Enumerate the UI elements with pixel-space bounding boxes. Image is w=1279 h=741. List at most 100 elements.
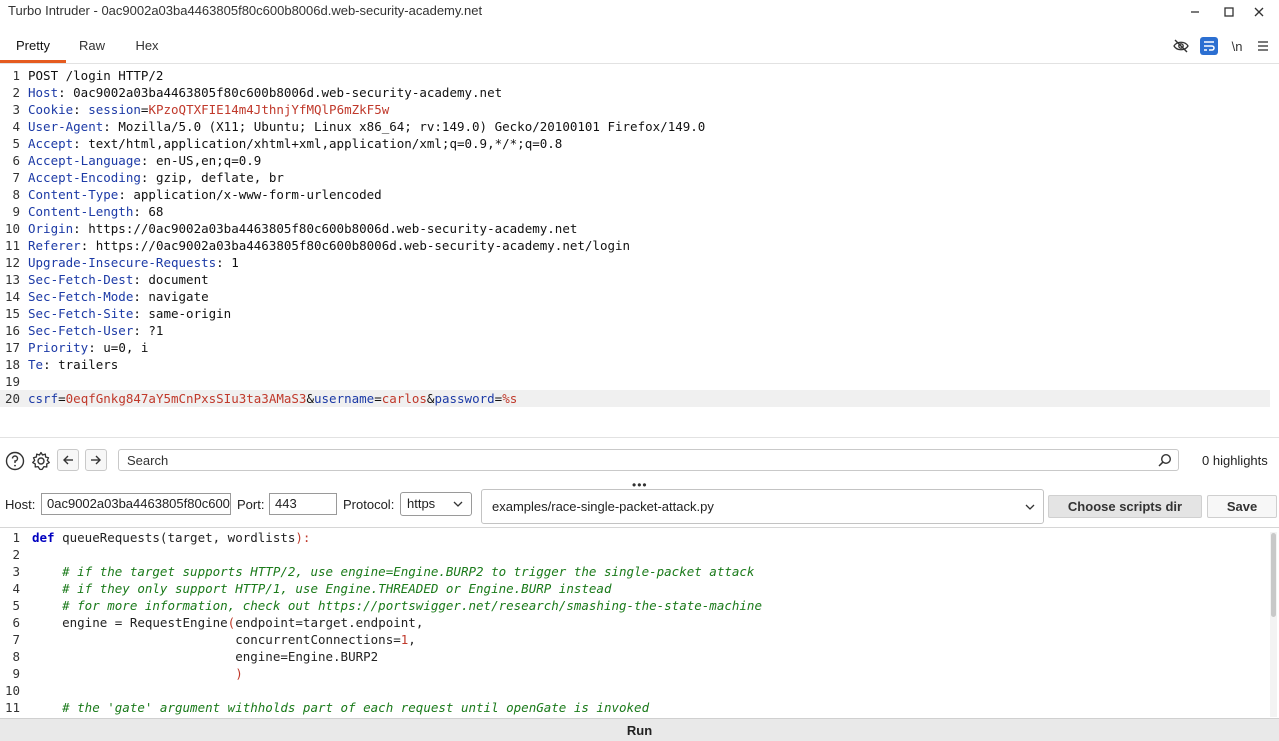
request-line[interactable]: 16 Sec-Fetch-User: ?1 (0, 322, 1270, 339)
tab-pretty[interactable]: Pretty (0, 30, 66, 63)
request-line-text: Content-Type: application/x-www-form-url… (28, 186, 382, 203)
request-token: : u=0, i (88, 340, 149, 355)
request-token: User-Agent (28, 119, 104, 134)
search-button[interactable] (1158, 453, 1172, 470)
script-line-text: engine=Engine.BURP2 (32, 648, 378, 665)
request-token: Accept-Language (28, 153, 141, 168)
line-number: 8 (12, 187, 20, 202)
view-tab-bar: Pretty Raw Hex (0, 30, 1279, 64)
save-button[interactable]: Save (1207, 495, 1277, 518)
script-line-text: # if the target supports HTTP/2, use eng… (32, 563, 754, 580)
request-token: Accept (28, 136, 74, 151)
request-line[interactable]: 8 Content-Type: application/x-www-form-ur… (0, 186, 1270, 203)
port-field[interactable]: 443 (269, 493, 337, 515)
request-token: Host (28, 85, 59, 100)
tab-raw[interactable]: Raw (72, 30, 112, 63)
line-number: 2 (12, 547, 20, 562)
request-token: KPzoQTXFIE14m4JthnjYfMQlP6mZkF5w (148, 102, 390, 117)
script-line[interactable]: 10 (0, 682, 1270, 699)
request-line[interactable]: 5 Accept: text/html,application/xhtml+xml… (0, 135, 1270, 152)
request-line[interactable]: 6 Accept-Language: en-US,en;q=0.9 (0, 152, 1270, 169)
request-token: Cookie (28, 102, 74, 117)
choose-scripts-dir-button[interactable]: Choose scripts dir (1048, 495, 1202, 518)
help-button[interactable] (4, 450, 26, 472)
script-line[interactable]: 2 (0, 546, 1270, 563)
settings-button[interactable] (30, 450, 52, 472)
search-input[interactable] (119, 450, 1139, 470)
line-number: 15 (4, 306, 20, 321)
request-token: carlos (381, 391, 427, 406)
request-line[interactable]: 7 Accept-Encoding: gzip, deflate, br (0, 169, 1270, 186)
request-line[interactable]: 10 Origin: https://0ac9002a03ba4463805f80… (0, 220, 1270, 237)
script-line[interactable]: 4 # if they only support HTTP/1, use Eng… (0, 580, 1270, 597)
request-token: : ?1 (133, 323, 164, 338)
line-number: 10 (4, 683, 20, 698)
request-editor[interactable]: 1 POST /login HTTP/2 2 Host: 0ac9002a03ba44… (0, 66, 1279, 436)
script-line[interactable]: 9 ) (0, 665, 1270, 682)
request-token: : https://0ac9002a03ba4463805f80c600b800… (73, 221, 578, 236)
line-number: 3 (12, 564, 20, 579)
maximize-button[interactable] (1217, 2, 1241, 22)
request-line[interactable]: 17 Priority: u=0, i (0, 339, 1270, 356)
request-line[interactable]: 9 Content-Length: 68 (0, 203, 1270, 220)
line-number: 1 (12, 530, 20, 545)
line-number: 9 (12, 666, 20, 681)
request-line[interactable]: 14 Sec-Fetch-Mode: navigate (0, 288, 1270, 305)
script-line[interactable]: 1 def queueRequests(target, wordlists): (0, 529, 1270, 546)
request-line[interactable]: 18 Te: trailers (0, 356, 1270, 373)
script-line[interactable]: 5 # for more information, check out http… (0, 597, 1270, 614)
request-token: 0eqfGnkg847aY5mCnPxsSIu3ta3AMaS3 (65, 391, 307, 406)
arrow-left-icon (63, 455, 73, 465)
close-button[interactable] (1247, 2, 1271, 22)
request-token: POST /login HTTP/2 (28, 68, 164, 83)
protocol-select[interactable]: https (400, 492, 472, 516)
script-token: ): (295, 530, 311, 545)
wrap-icon (1200, 37, 1218, 55)
request-line[interactable]: 3 Cookie: session=KPzoQTXFIE14m4JthnjYfMQ… (0, 101, 1270, 118)
request-token: Upgrade-Insecure-Requests (28, 255, 217, 270)
tab-hex[interactable]: Hex (126, 30, 168, 63)
search-icon (1158, 453, 1172, 467)
script-token: endpoint=target.endpoint, (235, 615, 424, 630)
request-line[interactable]: 20 csrf=0eqfGnkg847aY5mCnPxsSIu3ta3AMaS3&… (0, 390, 1270, 407)
maximize-icon (1224, 7, 1234, 17)
request-line[interactable]: 19 (0, 373, 1270, 390)
next-match-button[interactable] (85, 449, 107, 471)
script-token: ) (235, 666, 243, 681)
script-scroll-thumb[interactable] (1271, 533, 1276, 617)
wrap-lines-button[interactable] (1199, 36, 1219, 56)
request-line[interactable]: 13 Sec-Fetch-Dest: document (0, 271, 1270, 288)
request-line[interactable]: 2 Host: 0ac9002a03ba4463805f80c600b8006d.… (0, 84, 1270, 101)
search-box (118, 449, 1179, 471)
script-select[interactable]: examples/race-single-packet-attack.py (481, 489, 1044, 524)
script-line[interactable]: 6 engine = RequestEngine(endpoint=target… (0, 614, 1270, 631)
line-number: 5 (12, 136, 20, 151)
menu-button[interactable] (1253, 36, 1273, 56)
chevron-down-icon (453, 501, 463, 507)
line-number: 18 (4, 357, 20, 372)
run-button[interactable]: Run (0, 718, 1279, 741)
script-line[interactable]: 3 # if the target supports HTTP/2, use e… (0, 563, 1270, 580)
request-line[interactable]: 15 Sec-Fetch-Site: same-origin (0, 305, 1270, 322)
request-line-text: Referer: https://0ac9002a03ba4463805f80c… (28, 237, 630, 254)
show-newlines-button[interactable]: \n (1227, 36, 1247, 56)
request-line[interactable]: 12 Upgrade-Insecure-Requests: 1 (0, 254, 1270, 271)
script-line[interactable]: 7 concurrentConnections=1, (0, 631, 1270, 648)
request-line[interactable]: 4 User-Agent: Mozilla/5.0 (X11; Ubuntu; L… (0, 118, 1270, 135)
script-line[interactable]: 8 engine=Engine.BURP2 (0, 648, 1270, 665)
script-editor[interactable]: 1 def queueRequests(target, wordlists): 2 3… (0, 527, 1279, 717)
script-line[interactable]: 11 # the 'gate' argument withholds part … (0, 699, 1270, 716)
request-token: password (434, 391, 495, 406)
previous-match-button[interactable] (57, 449, 79, 471)
host-field[interactable]: 0ac9002a03ba4463805f80c600b8006d.web-sec… (41, 493, 231, 515)
minimize-button[interactable] (1183, 2, 1207, 22)
request-line[interactable]: 1 POST /login HTTP/2 (0, 67, 1270, 84)
request-line[interactable]: 11 Referer: https://0ac9002a03ba4463805f8… (0, 237, 1270, 254)
line-number: 2 (12, 85, 20, 100)
line-number: 8 (12, 649, 20, 664)
request-token: = (58, 391, 66, 406)
line-number: 19 (4, 374, 20, 389)
script-line-text: # for more information, check out https:… (32, 597, 762, 614)
request-token: : document (133, 272, 209, 287)
hide-nonprinting-button[interactable] (1171, 36, 1191, 56)
